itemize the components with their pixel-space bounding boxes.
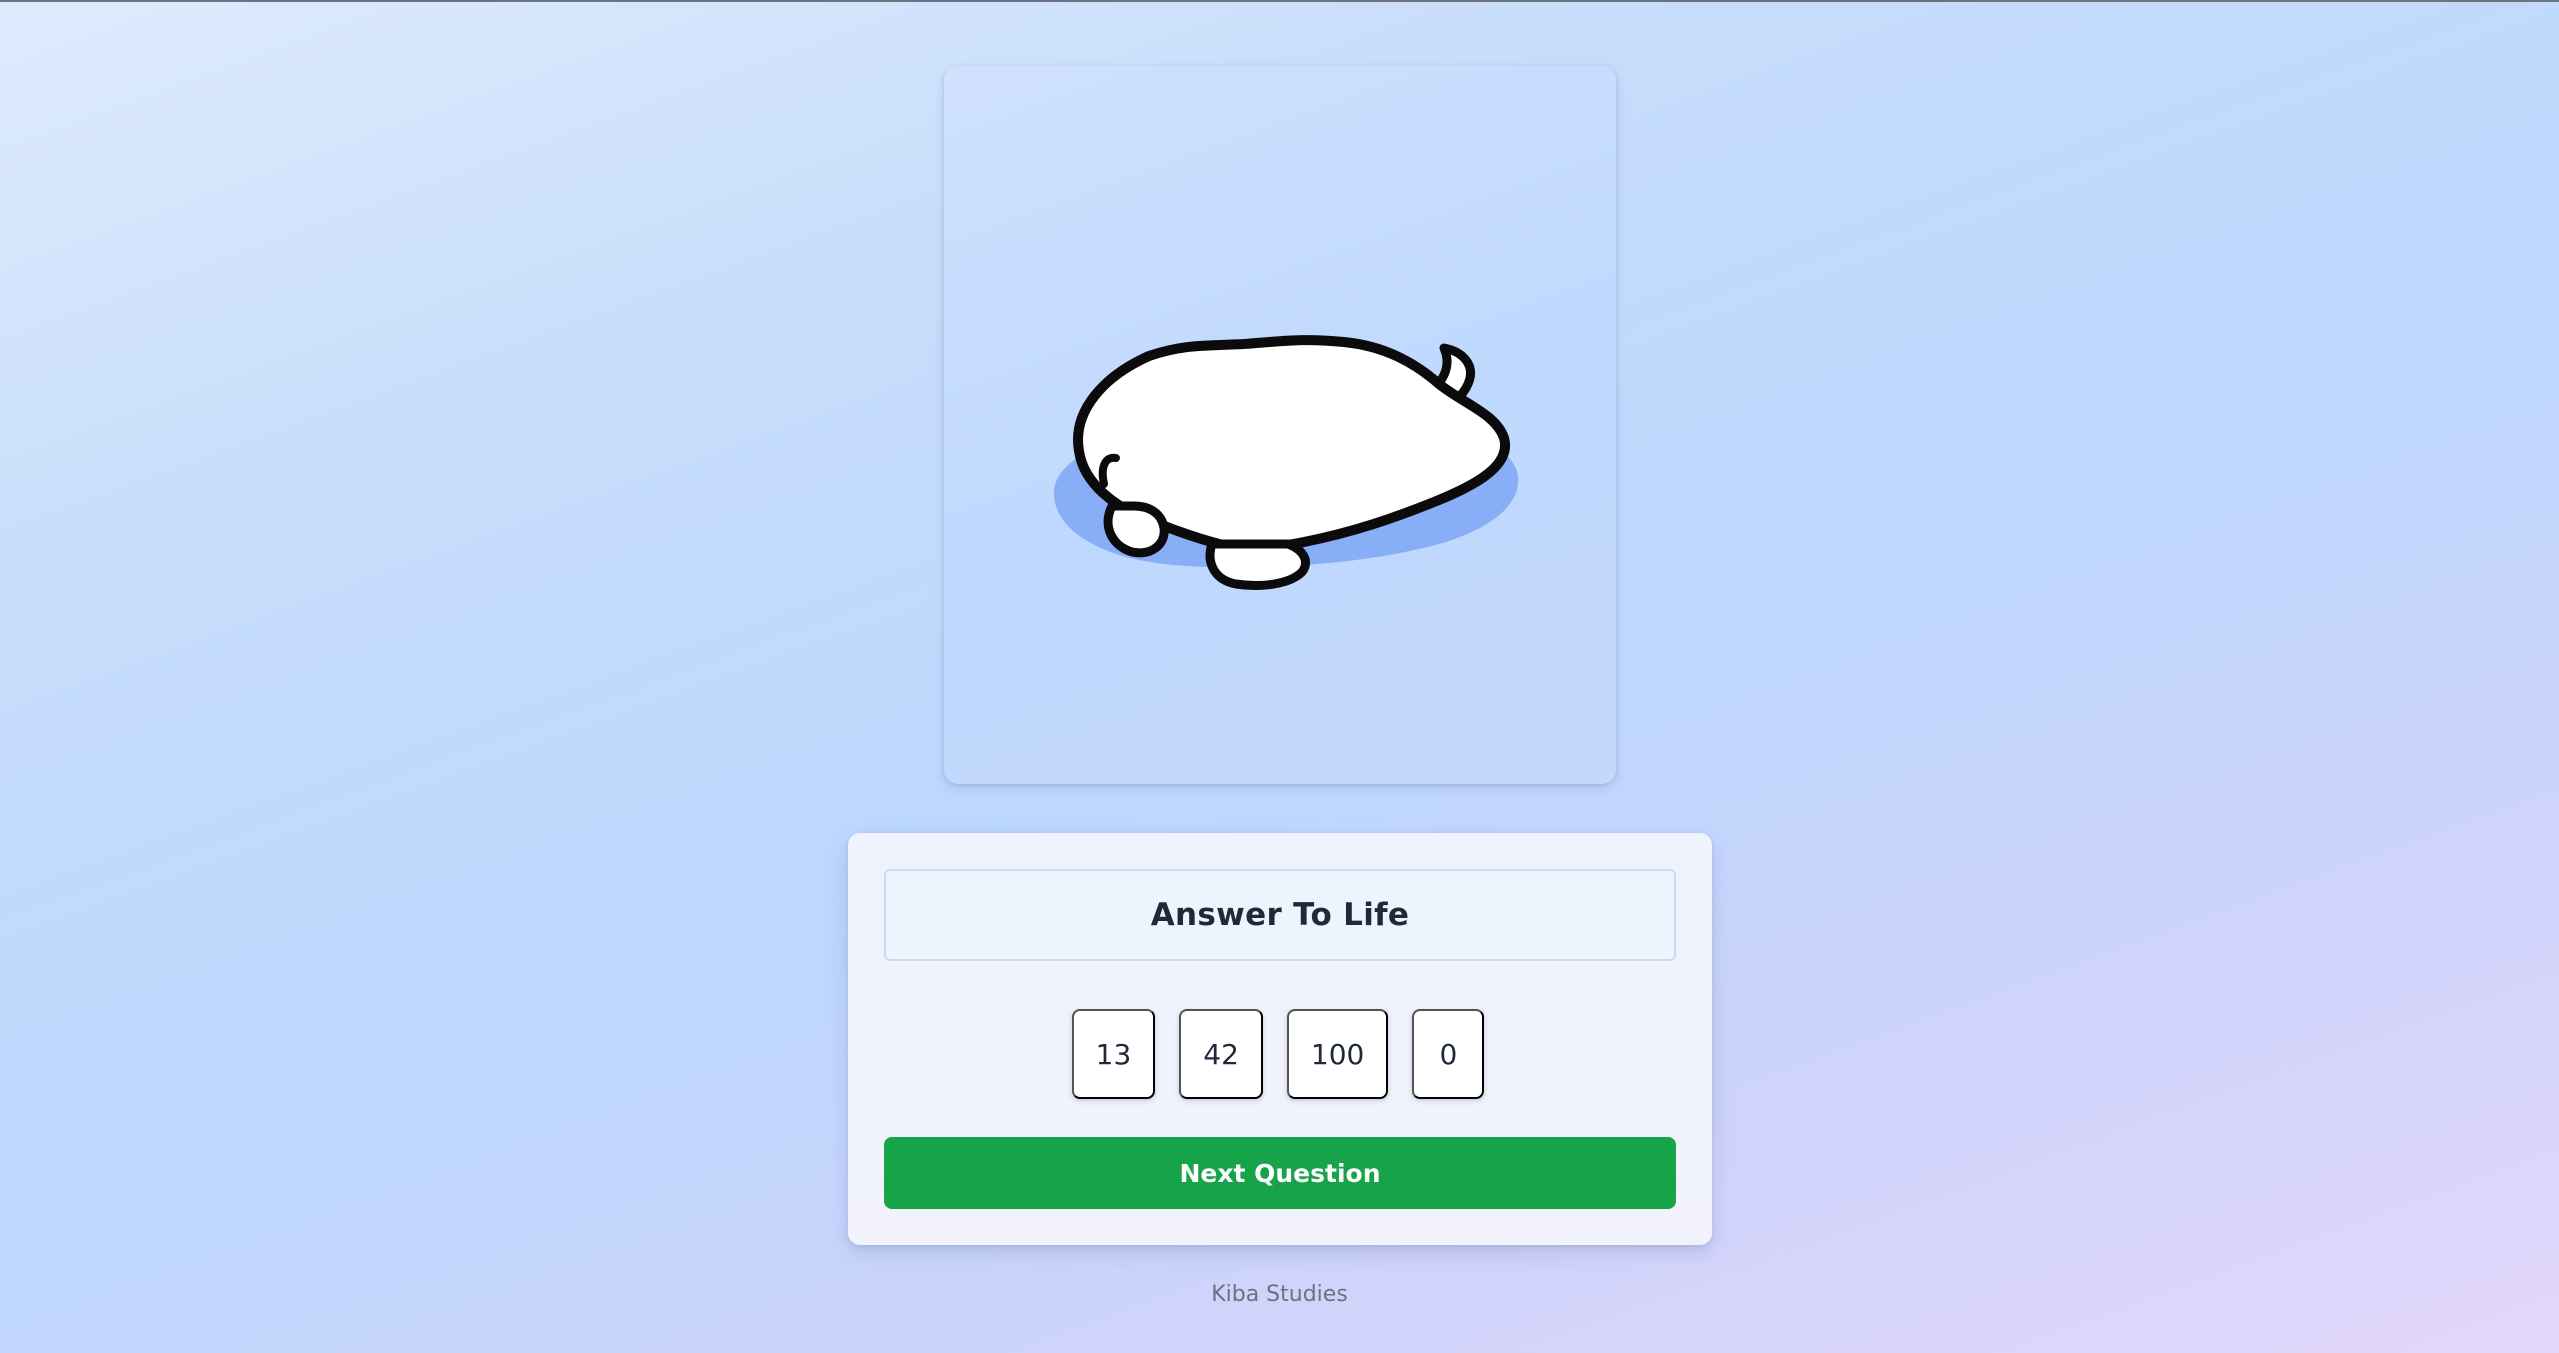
cat-lying-flat-icon <box>1053 335 1519 590</box>
footer-credit: Kiba Studies <box>1211 1282 1348 1307</box>
cat-back-paw <box>1205 539 1310 590</box>
question-title: Answer To Life <box>884 869 1676 961</box>
answer-option-4[interactable]: 0 <box>1412 1009 1485 1099</box>
next-question-button[interactable]: Next Question <box>884 1137 1676 1209</box>
answer-option-2[interactable]: 42 <box>1179 1009 1263 1099</box>
cat-front-paw <box>1103 501 1169 558</box>
answer-options: 13 42 100 0 <box>848 1009 1712 1101</box>
answer-option-3[interactable]: 100 <box>1286 1009 1389 1099</box>
quiz-panel: Answer To Life 13 42 100 0 Next Question <box>848 833 1712 1245</box>
question-image-card <box>944 66 1616 784</box>
answer-option-1[interactable]: 13 <box>1071 1009 1156 1099</box>
